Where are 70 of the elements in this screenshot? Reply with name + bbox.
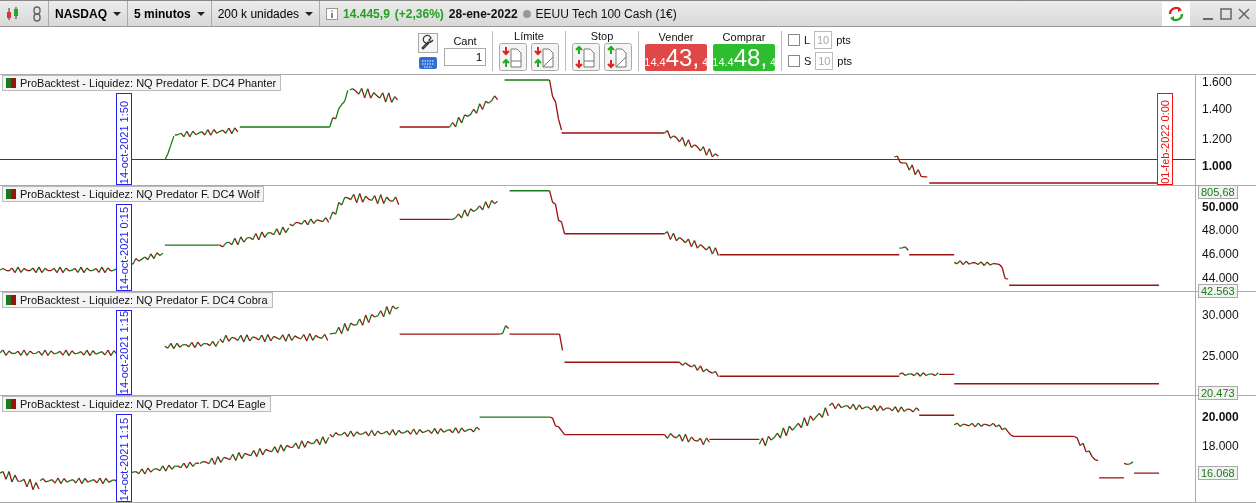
instrument-name: EEUU Tech 100 Cash (1€) bbox=[535, 6, 677, 21]
axis-label: 1.000 bbox=[1202, 159, 1233, 174]
quantity-label: Cant bbox=[453, 35, 477, 47]
market-dropdown[interactable]: NASDAQ bbox=[48, 1, 127, 26]
legend-title: ProBacktest - Liquidez: NQ Predator F. DC4 Wolf bbox=[20, 188, 260, 200]
option-label: S bbox=[804, 55, 812, 67]
legend-title: ProBacktest - Liquidez: NQ Predator T. DC4 Eagle bbox=[20, 398, 266, 410]
units-dropdown[interactable]: 200 k unidades bbox=[210, 1, 320, 26]
link-icon[interactable] bbox=[31, 5, 43, 22]
date-text: 28-ene-2022 bbox=[448, 6, 518, 21]
axis-label: 44.000 bbox=[1202, 271, 1239, 286]
points-field[interactable]: 10 bbox=[814, 31, 833, 49]
timeframe-dropdown[interactable]: 5 minutos bbox=[127, 1, 211, 26]
limit-label: Límite bbox=[514, 30, 544, 42]
price-text: 14.445,9 bbox=[343, 6, 390, 21]
option-label: L bbox=[804, 34, 811, 46]
axis-label: 20.000 bbox=[1202, 410, 1239, 425]
stop-order-icon[interactable] bbox=[572, 43, 600, 71]
status-dot bbox=[522, 9, 531, 18]
start-date-marker[interactable]: 14-oct-2021 1:15 bbox=[116, 310, 132, 395]
checkbox[interactable] bbox=[788, 34, 800, 46]
sell-label: Vender bbox=[658, 30, 694, 43]
legend-swatch bbox=[6, 399, 16, 409]
close-icon[interactable] bbox=[1238, 7, 1250, 20]
limit-order-icon[interactable] bbox=[499, 43, 527, 71]
quantity-field[interactable]: 1 bbox=[444, 48, 486, 66]
refresh-icon[interactable] bbox=[1162, 1, 1190, 26]
last-value-label: 805,68 bbox=[1198, 184, 1238, 199]
legend-swatch bbox=[6, 189, 16, 199]
last-value-label: 42.563 bbox=[1198, 284, 1238, 298]
caret-icon bbox=[196, 11, 205, 16]
indicator-legend[interactable]: ProBacktest - Liquidez: NQ Predator T. DC4 Eagle bbox=[2, 396, 271, 412]
stop-label: Stop bbox=[590, 30, 614, 42]
end-date-marker[interactable]: 01-feb-2022 0:00 bbox=[1157, 93, 1173, 185]
axis-label: 1.200 bbox=[1202, 131, 1233, 146]
points-field[interactable]: 10 bbox=[815, 52, 834, 70]
wrench-icon[interactable] bbox=[418, 32, 438, 53]
keyboard-icon[interactable] bbox=[419, 56, 437, 69]
stop-order-diagonal-icon[interactable] bbox=[604, 43, 632, 71]
start-date-marker[interactable]: 14-oct-2021 1:50 bbox=[116, 93, 132, 185]
unit-label: pts bbox=[837, 55, 853, 67]
buy-label: Comprar bbox=[722, 30, 766, 43]
indicator-legend[interactable]: ProBacktest - Liquidez: NQ Predator F. DC4 Cobra bbox=[2, 292, 273, 308]
caret-icon bbox=[113, 11, 121, 16]
axis-label: 25.000 bbox=[1202, 348, 1239, 363]
change-text: (+2,36%) bbox=[394, 6, 444, 21]
legend-title: ProBacktest - Liquidez: NQ Predator F. DC4 Phanter bbox=[20, 77, 277, 89]
maximize-icon[interactable] bbox=[1220, 7, 1232, 20]
start-date-marker[interactable]: 14-oct-2021 0:15 bbox=[116, 204, 132, 291]
axis-label: 30.000 bbox=[1202, 307, 1239, 322]
axis-label: 1.600 bbox=[1202, 74, 1233, 89]
limit-order-diagonal-icon[interactable] bbox=[531, 43, 559, 71]
indicator-legend[interactable]: ProBacktest - Liquidez: NQ Predator F. DC4 Phanter bbox=[2, 75, 282, 91]
caret-icon bbox=[305, 11, 314, 16]
legend-swatch bbox=[6, 78, 16, 88]
last-value-label: 16.068 bbox=[1198, 466, 1238, 481]
candlestick-icon[interactable] bbox=[5, 5, 21, 22]
last-value-label: 20.473 bbox=[1198, 385, 1238, 400]
legend-title: ProBacktest - Liquidez: NQ Predator F. DC4 Cobra bbox=[20, 294, 268, 306]
axis-label: 18.000 bbox=[1202, 438, 1239, 453]
unit-label: pts bbox=[836, 34, 851, 46]
axis-label: 46.000 bbox=[1202, 247, 1239, 262]
info-icon[interactable] bbox=[326, 7, 339, 20]
legend-swatch bbox=[6, 295, 16, 305]
indicator-legend[interactable]: ProBacktest - Liquidez: NQ Predator F. DC4 Wolf bbox=[2, 186, 265, 202]
axis-label: 50.000 bbox=[1202, 200, 1239, 214]
start-date-marker[interactable]: 14-oct-2021 1:15 bbox=[116, 414, 132, 502]
axis-label: 1.400 bbox=[1202, 102, 1233, 117]
checkbox[interactable] bbox=[788, 55, 800, 67]
axis-label: 48.000 bbox=[1202, 223, 1239, 238]
